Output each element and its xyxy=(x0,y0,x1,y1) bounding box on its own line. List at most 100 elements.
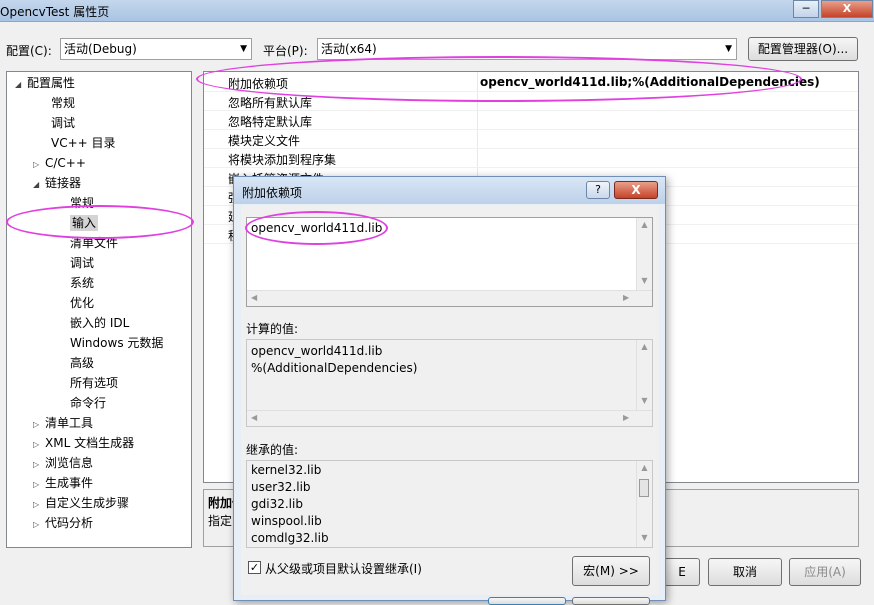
computed-hscrollbar[interactable]: ◀ ▶ xyxy=(247,410,652,426)
scrollbar-thumb[interactable] xyxy=(639,479,649,497)
minimize-button[interactable]: ─ xyxy=(793,0,819,18)
tree-item[interactable]: 系统 xyxy=(70,273,94,293)
ok-button[interactable]: E xyxy=(664,558,700,586)
annotation-ring-grid xyxy=(196,56,802,102)
scroll-right-icon: ▶ xyxy=(623,293,630,302)
platform-label: 平台(P): xyxy=(263,44,308,58)
chevron-down-icon: ▼ xyxy=(240,44,247,54)
property-name: 模块定义文件 xyxy=(228,134,301,148)
description-text: 指定 xyxy=(208,514,233,528)
tree-item[interactable]: ▷ 清单工具 xyxy=(33,413,93,433)
dialog-close-button[interactable]: X xyxy=(614,181,658,199)
tree-item[interactable]: 所有选项 xyxy=(70,373,118,393)
config-manager-button[interactable]: 配置管理器(O)... xyxy=(748,37,858,61)
tree-item[interactable]: ◢ 配置属性 xyxy=(15,73,75,93)
tree-item[interactable]: 优化 xyxy=(70,293,94,313)
checkmark-icon: ✓ xyxy=(249,561,260,574)
config-select[interactable]: 活动(Debug) ▼ xyxy=(60,38,252,60)
inherited-value-line: kernel32.lib xyxy=(251,463,322,477)
property-tree: ◢ 配置属性 常规 调试 VC++ 目录 ▷ C/C++ ◢ 链接器 常规 输入 清单文件 调试 系统 优化… xyxy=(6,71,192,548)
tree-item-label: 链接器 xyxy=(45,176,82,190)
tree-item-label: 代码分析 xyxy=(45,516,94,530)
tree-item[interactable]: ▷ C/C++ xyxy=(33,153,86,173)
close-icon: X xyxy=(631,183,641,197)
inherited-value-line: comdlg32.lib xyxy=(251,531,329,545)
tree-item[interactable]: 常规 xyxy=(51,93,75,113)
close-icon: X xyxy=(842,2,852,15)
tree-item-label: 系统 xyxy=(70,276,95,290)
tree-item[interactable]: ▷ 浏览信息 xyxy=(33,453,93,473)
scroll-left-icon: ◀ xyxy=(251,293,258,302)
expand-icon[interactable]: ▷ xyxy=(33,515,45,535)
tree-item[interactable]: ▷ XML 文档生成器 xyxy=(33,433,134,453)
tree-item-label: 配置属性 xyxy=(27,76,76,90)
editor-hscrollbar[interactable]: ◀ ▶ xyxy=(247,290,652,306)
tree-item[interactable]: ▷ 代码分析 xyxy=(33,513,93,533)
scroll-up-icon: ▲ xyxy=(641,220,648,229)
tree-item[interactable]: 高级 xyxy=(70,353,94,373)
dialog-title: 附加依赖项 xyxy=(242,186,303,200)
window-title: OpencvTest 属性页 xyxy=(0,5,110,19)
tree-item[interactable]: 调试 xyxy=(70,253,94,273)
platform-select-value: 活动(x64) xyxy=(321,42,377,56)
scroll-down-icon: ▼ xyxy=(641,396,648,405)
tree-item-label: 嵌入的 IDL xyxy=(70,316,130,330)
tree-item-label: 优化 xyxy=(70,296,95,310)
dialog-help-button[interactable]: ? xyxy=(586,181,610,199)
apply-button[interactable]: 应用(A) xyxy=(789,558,861,586)
tree-item[interactable]: Windows 元数据 xyxy=(70,333,163,353)
tree-item-label: 所有选项 xyxy=(70,376,119,390)
property-row[interactable]: 将模块添加到程序集 xyxy=(204,149,858,168)
expand-icon[interactable]: ▷ xyxy=(33,495,45,515)
inherited-value-line: gdi32.lib xyxy=(251,497,303,511)
property-name: 忽略所有默认库 xyxy=(228,96,313,110)
inherit-checkbox-label: 从父级或项目默认设置继承(I) xyxy=(265,562,422,576)
tree-item-label: 自定义生成步骤 xyxy=(45,496,130,510)
computed-values-label: 计算的值: xyxy=(246,322,299,336)
scroll-down-icon: ▼ xyxy=(641,533,648,542)
inherit-checkbox[interactable]: ✓ xyxy=(248,561,261,574)
tree-item[interactable]: 调试 xyxy=(51,113,75,133)
inherited-values-label: 继承的值: xyxy=(246,443,299,457)
config-label: 配置(C): xyxy=(6,44,52,58)
scroll-left-icon: ◀ xyxy=(251,413,258,422)
computed-value-line: %(AdditionalDependencies) xyxy=(251,361,418,375)
expand-icon[interactable]: ▷ xyxy=(33,435,45,455)
tree-item-label: 常规 xyxy=(51,96,76,110)
scroll-down-icon: ▼ xyxy=(641,276,648,285)
window-close-button[interactable]: X xyxy=(821,0,873,18)
macro-button[interactable]: 宏(M) >> xyxy=(572,556,650,586)
collapse-icon[interactable]: ◢ xyxy=(15,75,27,95)
tree-item[interactable]: 嵌入的 IDL xyxy=(70,313,129,333)
collapse-icon[interactable]: ◢ xyxy=(33,175,45,195)
editor-vscrollbar[interactable]: ▲ ▼ xyxy=(636,218,652,292)
expand-icon[interactable]: ▷ xyxy=(33,475,45,495)
dialog-content: opencv_world411d.lib ▲ ▼ ◀ ▶ 计算的值: openc… xyxy=(241,205,659,595)
expand-icon[interactable]: ▷ xyxy=(33,155,45,175)
cancel-button[interactable]: 取消 xyxy=(708,558,782,586)
property-name: 将模块添加到程序集 xyxy=(228,153,337,167)
computed-values-box: opencv_world411d.lib %(AdditionalDependen… xyxy=(246,339,653,427)
dialog-cancel-button[interactable] xyxy=(572,597,650,605)
tree-item[interactable]: VC++ 目录 xyxy=(51,133,116,153)
tree-item-label: 浏览信息 xyxy=(45,456,94,470)
property-row[interactable]: 模块定义文件 xyxy=(204,130,858,149)
tree-item[interactable]: ◢ 链接器 xyxy=(33,173,81,193)
tree-item[interactable]: 命令行 xyxy=(70,393,106,413)
chevron-down-icon: ▼ xyxy=(725,44,732,54)
inherited-values-box: kernel32.lib user32.lib gdi32.lib winspool.… xyxy=(246,460,653,548)
computed-vscrollbar[interactable]: ▲ ▼ xyxy=(636,340,652,410)
tree-item[interactable]: ▷ 自定义生成步骤 xyxy=(33,493,129,513)
help-icon: ? xyxy=(595,183,601,196)
dialog-titlebar: 附加依赖项 ? X xyxy=(234,177,665,204)
property-row[interactable]: 忽略特定默认库 xyxy=(204,111,858,130)
expand-icon[interactable]: ▷ xyxy=(33,415,45,435)
annotation-ring-editor xyxy=(245,211,388,245)
config-select-value: 活动(Debug) xyxy=(64,42,137,56)
tree-item-label: 命令行 xyxy=(70,396,107,410)
inherited-vscrollbar[interactable]: ▲ ▼ xyxy=(636,461,652,547)
scroll-up-icon: ▲ xyxy=(641,463,648,472)
expand-icon[interactable]: ▷ xyxy=(33,455,45,475)
dialog-ok-button[interactable] xyxy=(488,597,566,605)
tree-item[interactable]: ▷ 生成事件 xyxy=(33,473,93,493)
